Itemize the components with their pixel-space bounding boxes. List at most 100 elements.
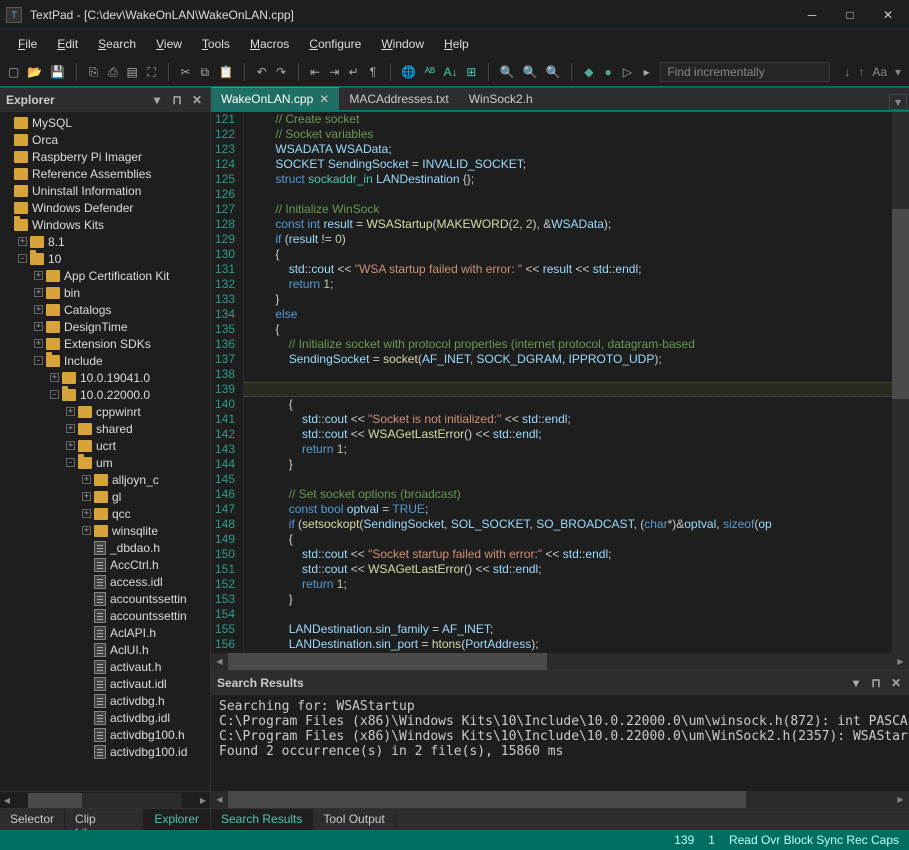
folder-item[interactable]: -um <box>0 454 210 471</box>
editor-tab[interactable]: WakeOnLAN.cpp✕ <box>211 87 339 110</box>
search-tab[interactable]: Search Results <box>211 809 313 830</box>
sort-icon[interactable]: A↓ <box>444 64 458 80</box>
explorer-tab-clip-library[interactable]: Clip Library <box>65 809 144 830</box>
open-icon[interactable]: 📂 <box>27 64 42 80</box>
indent-right-icon[interactable]: ⇥ <box>329 64 340 80</box>
file-item[interactable]: AccCtrl.h <box>0 556 210 573</box>
bookmark-icon[interactable]: ◆ <box>583 64 594 80</box>
folder-item[interactable]: Uninstall Information <box>0 182 210 199</box>
explorer-tree[interactable]: MySQLOrcaRaspberry Pi ImagerReference As… <box>0 112 210 791</box>
menu-search[interactable]: Search <box>90 33 144 55</box>
menu-edit[interactable]: Edit <box>49 33 86 55</box>
folder-item[interactable]: +8.1 <box>0 233 210 250</box>
file-item[interactable]: activaut.h <box>0 658 210 675</box>
stop-icon[interactable]: ▸ <box>641 64 652 80</box>
match-case-button[interactable]: Aa <box>872 65 887 79</box>
file-item[interactable]: _dbdao.h <box>0 539 210 556</box>
folder-item[interactable]: +cppwinrt <box>0 403 210 420</box>
tab-close-icon[interactable]: ✕ <box>319 92 329 106</box>
file-item[interactable]: activdbg.h <box>0 692 210 709</box>
fullscreen-icon[interactable]: ⛶ <box>146 64 157 80</box>
spellcheck-icon[interactable]: ᴬᴮ <box>424 64 435 80</box>
scroll-right-icon[interactable]: ▶ <box>892 653 909 670</box>
wordwrap-icon[interactable]: ↵ <box>348 64 359 80</box>
folder-item[interactable]: -Include <box>0 352 210 369</box>
scroll-left-icon[interactable]: ◀ <box>0 796 14 805</box>
editor-tab[interactable]: WinSock2.h <box>459 88 543 110</box>
scroll-left-icon[interactable]: ◀ <box>211 653 228 670</box>
file-item[interactable]: activdbg100.id <box>0 743 210 760</box>
cut-icon[interactable]: ✂ <box>180 64 191 80</box>
close-button[interactable]: ✕ <box>881 8 895 22</box>
editor-tab[interactable]: MACAddresses.txt <box>339 88 458 110</box>
menu-help[interactable]: Help <box>436 33 477 55</box>
editor-v-scrollbar[interactable] <box>892 112 909 653</box>
panel-dropdown-icon[interactable]: ▾ <box>150 93 164 107</box>
paste-icon[interactable]: 📋 <box>218 64 233 80</box>
panel-close-icon[interactable]: ✕ <box>889 676 903 690</box>
scroll-thumb[interactable] <box>228 791 746 808</box>
file-item[interactable]: activdbg100.h <box>0 726 210 743</box>
tab-overflow-icon[interactable]: ▾ <box>889 94 907 110</box>
folder-item[interactable]: +App Certification Kit <box>0 267 210 284</box>
folder-item[interactable]: +bin <box>0 284 210 301</box>
file-item[interactable]: access.idl <box>0 573 210 590</box>
maximize-button[interactable]: □ <box>843 8 857 22</box>
find-files-icon[interactable]: 🔍 <box>546 64 561 80</box>
folder-item[interactable]: +alljoyn_c <box>0 471 210 488</box>
file-item[interactable]: AclAPI.h <box>0 624 210 641</box>
scroll-right-icon[interactable]: ▶ <box>196 796 210 805</box>
save-icon[interactable]: 💾 <box>50 64 65 80</box>
file-item[interactable]: accountssettin <box>0 607 210 624</box>
copy-icon[interactable]: ⧉ <box>199 64 210 80</box>
file-item[interactable]: accountssettin <box>0 590 210 607</box>
file-item[interactable]: AclUI.h <box>0 641 210 658</box>
folder-item[interactable]: +DesignTime <box>0 318 210 335</box>
print-preview-icon[interactable]: ▤ <box>127 64 138 80</box>
find-next-icon[interactable]: 🔍 <box>523 64 538 80</box>
folder-item[interactable]: -10.0.22000.0 <box>0 386 210 403</box>
minimize-button[interactable]: ─ <box>805 8 819 22</box>
folder-item[interactable]: MySQL <box>0 114 210 131</box>
file-item[interactable]: activaut.idl <box>0 675 210 692</box>
browser-icon[interactable]: 🌐 <box>401 64 416 80</box>
compare-icon[interactable]: ⊞ <box>466 64 477 80</box>
folder-item[interactable]: Windows Defender <box>0 199 210 216</box>
panel-pin-icon[interactable]: ⊓ <box>869 676 883 690</box>
file-item[interactable]: activdbg.idl <box>0 709 210 726</box>
search-results-body[interactable]: Searching for: WSAStartup C:\Program Fil… <box>211 695 909 791</box>
scroll-right-icon[interactable]: ▶ <box>892 791 909 808</box>
explorer-tab-selector[interactable]: Selector <box>0 809 65 830</box>
record-icon[interactable]: ● <box>602 64 613 80</box>
indent-left-icon[interactable]: ⇤ <box>309 64 320 80</box>
menu-configure[interactable]: Configure <box>301 33 369 55</box>
menu-tools[interactable]: Tools <box>194 33 238 55</box>
folder-item[interactable]: +shared <box>0 420 210 437</box>
folder-item[interactable]: Orca <box>0 131 210 148</box>
editor-h-scrollbar[interactable]: ◀ ▶ <box>211 653 909 670</box>
find-prev-icon[interactable]: ↓ <box>844 65 850 79</box>
folder-item[interactable]: +winsqlite <box>0 522 210 539</box>
explorer-tab-explorer[interactable]: Explorer <box>144 809 210 830</box>
code-editor[interactable]: 1211221231241251261271281291301311321331… <box>211 112 909 653</box>
folder-item[interactable]: -10 <box>0 250 210 267</box>
code-body[interactable]: // Create socket // Socket variables WSA… <box>244 112 892 653</box>
redo-icon[interactable]: ↷ <box>275 64 286 80</box>
menu-file[interactable]: File <box>10 33 45 55</box>
folder-item[interactable]: Reference Assemblies <box>0 165 210 182</box>
incremental-find-input[interactable]: Find incrementally <box>660 62 830 82</box>
scroll-thumb[interactable] <box>892 209 909 398</box>
explorer-h-scrollbar[interactable]: ◀ ▶ <box>0 791 210 808</box>
panel-pin-icon[interactable]: ⊓ <box>170 93 184 107</box>
scroll-thumb[interactable] <box>28 793 82 808</box>
find-icon[interactable]: 🔍 <box>500 64 515 80</box>
find-dropdown-icon[interactable]: ▾ <box>895 65 901 79</box>
search-tab[interactable]: Tool Output <box>313 809 395 830</box>
paragraph-icon[interactable]: ¶ <box>367 64 378 80</box>
new-file-icon[interactable]: ▢ <box>8 64 19 80</box>
folder-item[interactable]: +Catalogs <box>0 301 210 318</box>
search-h-scrollbar[interactable]: ◀ ▶ <box>211 791 909 808</box>
panel-dropdown-icon[interactable]: ▾ <box>849 676 863 690</box>
undo-icon[interactable]: ↶ <box>256 64 267 80</box>
find-next-icon2[interactable]: ↑ <box>858 65 864 79</box>
